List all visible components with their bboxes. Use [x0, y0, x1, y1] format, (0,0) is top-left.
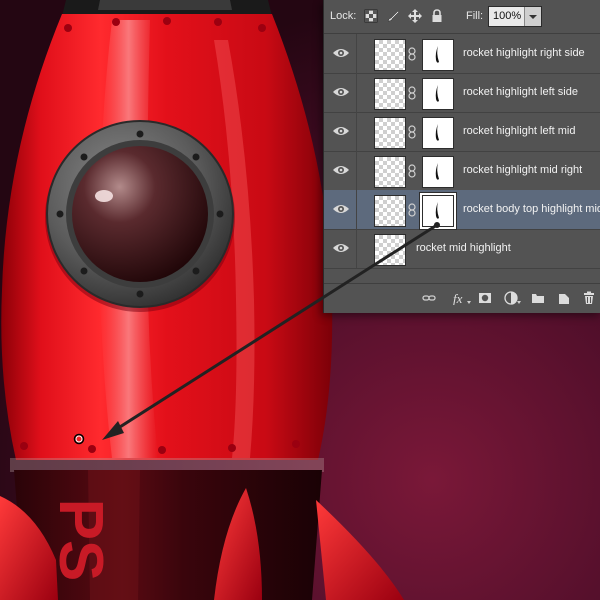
porthole — [45, 120, 235, 312]
layer-thumbnail[interactable] — [374, 234, 406, 266]
chain-link-icon[interactable] — [408, 86, 416, 100]
chevron-down-icon — [529, 15, 537, 19]
layer-thumbnail[interactable] — [374, 39, 406, 71]
chain-link-icon[interactable] — [408, 47, 416, 61]
visibility-divider — [356, 112, 357, 151]
layer-row[interactable]: rocket highlight mid right — [324, 151, 600, 191]
fill-value: 100% — [493, 10, 522, 22]
chain-link-icon[interactable] — [408, 164, 416, 178]
layer-row[interactable]: rocket body top highlight mid — [324, 190, 600, 230]
ps-badge: PS — [46, 499, 115, 582]
folder-icon[interactable] — [531, 291, 545, 305]
mask-icon[interactable] — [478, 291, 492, 305]
lock-all-icon[interactable] — [430, 9, 444, 23]
fill-dropdown-button[interactable] — [524, 7, 541, 26]
lock-move-icon[interactable] — [408, 9, 422, 23]
layer-mask-thumbnail[interactable] — [420, 193, 456, 229]
fill-label: Fill: — [466, 10, 484, 22]
layer-row[interactable]: rocket highlight right side — [324, 34, 600, 74]
layer-name: rocket body top highlight mid — [463, 203, 600, 215]
layer-mask-thumbnail[interactable] — [422, 39, 454, 71]
eye-icon[interactable] — [332, 46, 350, 60]
eye-icon[interactable] — [332, 202, 350, 216]
layer-name: rocket highlight mid right — [463, 164, 583, 176]
visibility-divider — [356, 229, 357, 268]
visibility-divider — [356, 34, 357, 73]
mask-shape-icon — [435, 124, 439, 141]
layer-row[interactable]: rocket highlight left side — [324, 73, 600, 113]
layer-row[interactable]: rocket mid highlight — [324, 229, 600, 269]
lock-paint-icon[interactable] — [386, 9, 400, 23]
layers-panel-bottom-bar: fx — [324, 283, 600, 313]
mask-shape-icon — [435, 163, 439, 180]
svg-text:fx: fx — [453, 291, 463, 305]
eye-icon[interactable] — [332, 241, 350, 255]
layer-row[interactable]: rocket highlight left mid — [324, 112, 600, 152]
layer-name: rocket mid highlight — [416, 242, 511, 254]
eye-icon[interactable] — [332, 85, 350, 99]
lock-toolbar: Lock: Fill: 100% — [324, 0, 600, 34]
layer-thumbnail[interactable] — [374, 117, 406, 149]
adjustment-icon[interactable] — [504, 291, 522, 305]
fill-field[interactable]: 100% — [488, 6, 542, 27]
mask-shape-icon — [435, 46, 439, 63]
layer-mask-thumbnail[interactable] — [422, 117, 454, 149]
eye-icon[interactable] — [332, 124, 350, 138]
mask-shape-icon — [435, 85, 439, 102]
fx-icon[interactable]: fx — [452, 291, 472, 305]
eye-icon[interactable] — [332, 163, 350, 177]
chain-link-icon[interactable] — [408, 125, 416, 139]
visibility-divider — [356, 190, 357, 229]
layer-thumbnail[interactable] — [374, 78, 406, 110]
visibility-divider — [356, 73, 357, 112]
layer-thumbnail[interactable] — [374, 156, 406, 188]
mask-shape-icon — [435, 202, 439, 219]
layer-name: rocket highlight right side — [463, 47, 585, 59]
lock-label: Lock: — [330, 10, 357, 22]
new-layer-icon[interactable] — [557, 291, 571, 305]
lock-transparency-icon[interactable] — [364, 9, 378, 23]
layer-thumbnail[interactable] — [374, 195, 406, 227]
visibility-divider — [356, 151, 357, 190]
layers-panel: Lock: Fill: 100% rocket highlight right — [323, 0, 600, 313]
layer-mask-thumbnail[interactable] — [422, 156, 454, 188]
layer-name: rocket highlight left mid — [463, 125, 576, 137]
layer-name: rocket highlight left side — [463, 86, 578, 98]
trash-icon[interactable] — [582, 291, 596, 305]
link-icon[interactable] — [422, 291, 436, 305]
chain-link-icon[interactable] — [408, 203, 416, 217]
layer-mask-thumbnail[interactable] — [422, 78, 454, 110]
